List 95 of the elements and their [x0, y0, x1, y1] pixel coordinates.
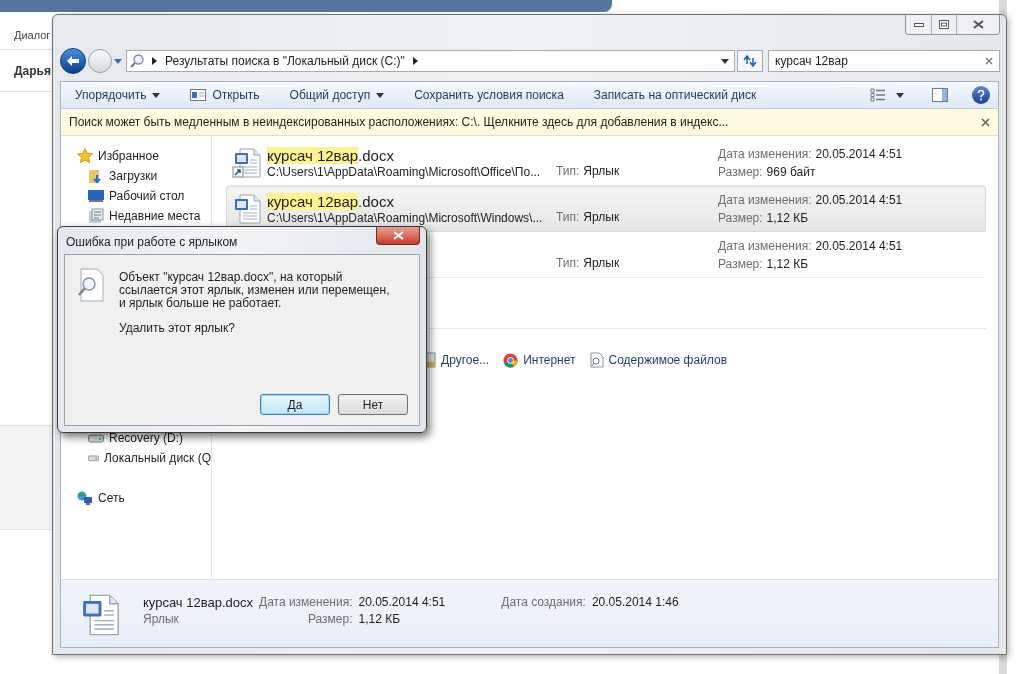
- size-label: Размер:: [718, 164, 763, 181]
- size-label: Размер:: [718, 256, 763, 273]
- folder-icon: [88, 168, 104, 184]
- close-icon: [972, 20, 984, 29]
- recent-places-icon: [88, 208, 104, 224]
- type-label: Тип:: [556, 209, 580, 226]
- file-name: курсач 12вар.docx: [143, 594, 253, 611]
- arrow-left-icon: [66, 55, 80, 67]
- minimize-button[interactable]: [906, 15, 932, 34]
- menu-button[interactable]: Общий доступ: [281, 83, 393, 107]
- network-icon: [77, 490, 93, 506]
- toolbar-button[interactable]: Записать на оптический диск: [585, 83, 765, 107]
- back-button[interactable]: [60, 48, 86, 74]
- info-bar[interactable]: Поиск может быть медленным в неиндексированных расположениях: C:\. Щелкните здесь для добавления в индекс...: [61, 109, 998, 136]
- search-field[interactable]: курсач 12вар: [768, 50, 1000, 72]
- help-button[interactable]: [972, 86, 990, 104]
- clear-icon[interactable]: [985, 57, 993, 65]
- sidebar-item[interactable]: Сеть: [98, 489, 125, 507]
- created-label: Дата создания:: [501, 594, 586, 611]
- type-value: Ярлык: [583, 255, 620, 272]
- modified-value: 20.05.2014 4:51: [358, 594, 446, 611]
- toolbar-button[interactable]: Сохранить условия поиска: [406, 83, 572, 107]
- open-icon: [190, 89, 207, 101]
- type-value: Ярлык: [583, 163, 620, 180]
- sidebar-item[interactable]: Избранное: [98, 147, 159, 165]
- sidebar-item[interactable]: Recovery (D:): [109, 429, 183, 447]
- sidebar-item[interactable]: Загрузки: [109, 167, 158, 185]
- caret-icon: [152, 92, 161, 98]
- search-text: курсач 12вар: [775, 53, 849, 70]
- date-label: Дата изменения:: [718, 192, 812, 209]
- type-label: Тип:: [556, 255, 580, 272]
- toolbar-button[interactable]: Открыть: [182, 83, 268, 107]
- sidebar-item[interactable]: Локальный диск (Q: [104, 449, 211, 467]
- dialog-button[interactable]: Нет: [338, 394, 408, 415]
- size-label: Размер:: [306, 611, 353, 628]
- caret-icon: [896, 92, 904, 98]
- drive-icon: [88, 433, 104, 443]
- result-row[interactable]: курсач 12вар.docx C:\Users\1\AppData\Roaming\Microsoft\Windows\... Тип: Ярлык Дата изменения: 20.05.2014 4:51 Размер: 1,12 КБ: [226, 186, 986, 232]
- search-again-link[interactable]: Интернет: [503, 351, 576, 369]
- maximize-button[interactable]: [932, 15, 957, 34]
- sidebar-item[interactable]: Рабочий стол: [109, 187, 185, 205]
- document-search-icon: [77, 268, 105, 302]
- size-label: Размер:: [718, 210, 763, 227]
- chevron-icon: [152, 57, 157, 65]
- dialog-button[interactable]: Да: [260, 394, 330, 415]
- date-value: 20.05.2014 4:51: [815, 238, 903, 255]
- close-button[interactable]: [957, 15, 999, 34]
- menu-button[interactable]: Упорядочить: [67, 83, 169, 107]
- drive-icon: [88, 453, 100, 463]
- date-value: 20.05.2014 4:51: [815, 192, 903, 209]
- info-bar-text: Поиск может быть медленным в неиндексированных расположениях: C:\. Щелкните здесь для добавления в индекс...: [69, 114, 730, 131]
- monitor-icon: [88, 189, 104, 203]
- caret-icon: [114, 58, 122, 64]
- type-value: Ярлык: [583, 209, 620, 226]
- date-label: Дата изменения:: [718, 146, 812, 163]
- file-type: Ярлык: [143, 611, 180, 628]
- file-name: курсач 12вар.docx: [267, 146, 395, 165]
- caret-icon: [721, 58, 729, 64]
- file-path: C:\Users\1\AppData\Roaming\Microsoft\Office\По...: [267, 164, 542, 180]
- modified-label: Дата изменения:: [259, 594, 353, 611]
- refresh-icon: [743, 55, 757, 67]
- search-again-link[interactable]: Содержимое файлов: [589, 351, 728, 369]
- size-value: 1,12 КБ: [358, 611, 402, 628]
- size-value: 1,12 КБ: [766, 256, 809, 273]
- date-label: Дата изменения:: [718, 238, 812, 255]
- address-field[interactable]: Результаты поиска в "Локальный диск (C:)": [126, 50, 735, 72]
- chevron-icon: [412, 57, 418, 65]
- dialog-question: Удалить этот ярлык?: [119, 322, 236, 335]
- file-name: курсач 12вар.docx: [267, 192, 395, 211]
- created-value: 20.05.2014 1:46: [591, 594, 679, 611]
- sidebar-item[interactable]: Недавние места: [109, 207, 201, 225]
- close-button[interactable]: [376, 227, 420, 245]
- refresh-button[interactable]: [737, 50, 763, 72]
- help-icon: [977, 89, 985, 101]
- preview-pane-icon: [932, 88, 948, 102]
- close-icon[interactable]: [981, 117, 990, 127]
- minimize-icon: [913, 22, 924, 27]
- search-icon: [130, 54, 144, 68]
- document-icon: [232, 194, 262, 224]
- document-shortcut-icon: [232, 148, 262, 178]
- details-view-icon: [870, 88, 886, 102]
- close-icon: [392, 231, 404, 240]
- tab-label[interactable]: Диалог: [14, 26, 51, 43]
- user-name: Дарья: [14, 62, 51, 80]
- document-search-icon: [589, 352, 604, 368]
- restore-icon: [939, 20, 949, 29]
- star-icon: [77, 148, 93, 164]
- type-label: Тип:: [556, 163, 580, 180]
- caret-icon: [376, 92, 385, 98]
- browser-icon: [503, 352, 519, 368]
- date-value: 20.05.2014 4:51: [815, 146, 903, 163]
- file-path: C:\Users\1\AppData\Roaming\Microsoft\Windows\...: [267, 210, 544, 226]
- size-value: 969 байт: [766, 164, 816, 181]
- size-value: 1,12 КБ: [766, 210, 809, 227]
- breadcrumb[interactable]: Результаты поиска в "Локальный диск (C:)": [165, 52, 405, 70]
